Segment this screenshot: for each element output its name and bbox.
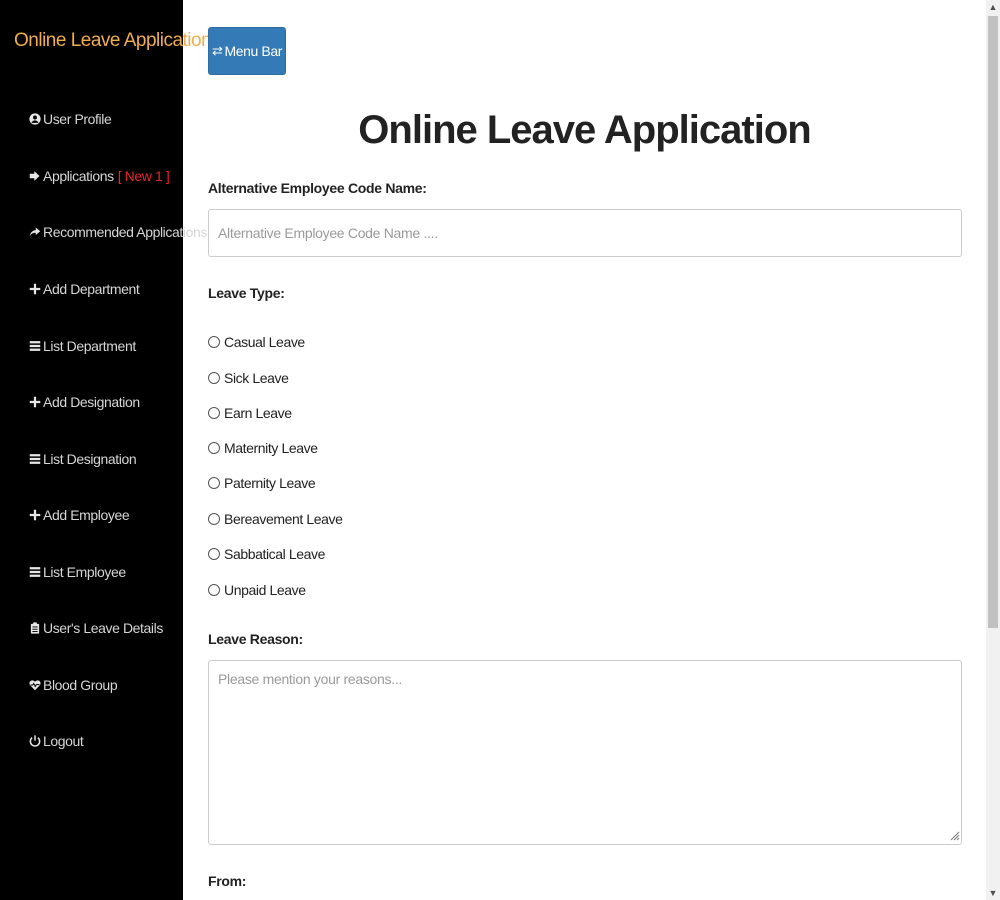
- vertical-scrollbar[interactable]: ▲ ▼: [986, 0, 1000, 900]
- leave-type-option-label: Paternity Leave: [224, 475, 316, 491]
- menu-bar-button-label: Menu Bar: [224, 43, 283, 59]
- sidebar-item-list-designation[interactable]: List Designation: [28, 448, 137, 470]
- scroll-up-arrow-icon[interactable]: ▲: [986, 0, 1000, 14]
- share-icon: [28, 225, 41, 239]
- sidebar-item-label: Add Department: [43, 281, 140, 297]
- sidebar-item-label: List Department: [43, 338, 136, 354]
- sidebar-item-list-employee[interactable]: List Employee: [28, 561, 126, 583]
- plus-icon: [28, 395, 41, 409]
- unpaid-leave-radio[interactable]: [208, 584, 220, 596]
- sidebar-item-label: User's Leave Details: [43, 620, 163, 636]
- leave-type-option-label: Casual Leave: [224, 334, 305, 350]
- scroll-down-arrow-icon[interactable]: ▼: [986, 886, 1000, 900]
- clipboard-icon: [28, 621, 41, 635]
- sidebar-item-label: Add Designation: [43, 394, 140, 410]
- leave-type-option[interactable]: Bereavement Leave: [208, 509, 343, 529]
- brand-title[interactable]: Online Leave Application: [14, 30, 212, 52]
- new-applications-badge: [ New 1 ]: [117, 168, 170, 184]
- paternity-leave-radio[interactable]: [208, 477, 220, 489]
- sidebar-item-add-department[interactable]: Add Department: [28, 278, 140, 300]
- exchange-icon: ⇄: [212, 43, 223, 58]
- leave-type-option-label: Maternity Leave: [224, 440, 318, 456]
- sidebar-item-logout[interactable]: Logout: [28, 730, 84, 752]
- maternity-leave-radio[interactable]: [208, 442, 220, 454]
- leave-type-option-label: Sick Leave: [224, 370, 289, 386]
- casual-leave-radio[interactable]: [208, 336, 220, 348]
- leave-type-option[interactable]: Sick Leave: [208, 368, 289, 388]
- sidebar-item-label: Blood Group: [43, 677, 118, 693]
- sidebar-item-user-profile[interactable]: User Profile: [28, 108, 112, 130]
- resize-handle-icon[interactable]: [950, 831, 960, 841]
- leave-type-label: Leave Type:: [208, 285, 285, 301]
- list-icon: [28, 565, 41, 579]
- plus-icon: [28, 282, 41, 296]
- leave-reason-textarea[interactable]: [208, 660, 962, 845]
- scrollbar-thumb[interactable]: [988, 16, 998, 628]
- alt-employee-label: Alternative Employee Code Name:: [208, 180, 427, 196]
- sidebar-item-users-leave-details[interactable]: User's Leave Details: [28, 617, 163, 639]
- sidebar-item-label: Applications: [43, 168, 114, 184]
- leave-reason-label: Leave Reason:: [208, 631, 303, 647]
- power-icon: [28, 734, 41, 748]
- leave-type-option-label: Earn Leave: [224, 405, 292, 421]
- leave-type-option-label: Sabbatical Leave: [224, 546, 326, 562]
- sidebar-item-label: Add Employee: [43, 507, 130, 523]
- sign-in-icon: [28, 169, 41, 183]
- plus-icon: [28, 508, 41, 522]
- sidebar-item-add-employee[interactable]: Add Employee: [28, 504, 130, 526]
- menu-bar-button[interactable]: ⇄ Menu Bar: [208, 27, 286, 75]
- sidebar-item-label: Logout: [43, 733, 84, 749]
- sabbatical-leave-radio[interactable]: [208, 548, 220, 560]
- bereavement-leave-radio[interactable]: [208, 513, 220, 525]
- sick-leave-radio[interactable]: [208, 372, 220, 384]
- page-title: Online Leave Application: [358, 108, 811, 152]
- alt-employee-input[interactable]: [208, 209, 962, 257]
- list-icon: [28, 339, 41, 353]
- sidebar-item-add-designation[interactable]: Add Designation: [28, 391, 140, 413]
- sidebar-item-label: User Profile: [43, 111, 112, 127]
- leave-type-option[interactable]: Maternity Leave: [208, 438, 318, 458]
- main-content: ⇄ Menu Bar Online Leave Application Alte…: [183, 0, 986, 900]
- leave-type-option[interactable]: Unpaid Leave: [208, 580, 306, 600]
- leave-type-option[interactable]: Paternity Leave: [208, 473, 316, 493]
- leave-type-option[interactable]: Sabbatical Leave: [208, 544, 325, 564]
- list-icon: [28, 452, 41, 466]
- sidebar-item-blood-group[interactable]: Blood Group: [28, 674, 118, 696]
- earn-leave-radio[interactable]: [208, 407, 220, 419]
- sidebar-item-label: List Designation: [43, 451, 137, 467]
- leave-type-option-label: Unpaid Leave: [224, 582, 306, 598]
- leave-type-option[interactable]: Casual Leave: [208, 332, 305, 352]
- sidebar: Online Leave Application User Profile Ap…: [0, 0, 215, 900]
- leave-type-option[interactable]: Earn Leave: [208, 403, 292, 423]
- leave-type-option-label: Bereavement Leave: [224, 511, 343, 527]
- heartbeat-icon: [28, 678, 41, 692]
- user-circle-icon: [28, 112, 41, 126]
- sidebar-item-label: List Employee: [43, 564, 126, 580]
- from-label: From:: [208, 873, 247, 889]
- sidebar-item-applications[interactable]: Applications [ New 1 ]: [28, 165, 170, 187]
- sidebar-item-list-department[interactable]: List Department: [28, 335, 136, 357]
